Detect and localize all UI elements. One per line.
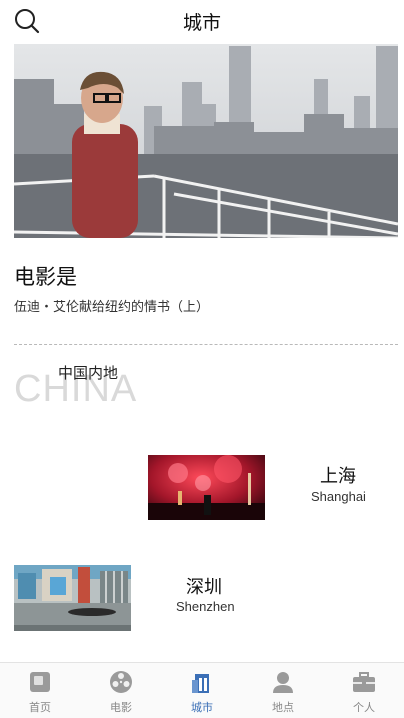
nav-item-film[interactable]: 电影 [81, 663, 161, 718]
city-thumbnail-shenzhen[interactable] [14, 565, 131, 631]
bottom-nav: 首页 电影 城市 地点 个人 [0, 662, 404, 718]
divider [14, 344, 398, 345]
feature-hero-image[interactable] [14, 44, 398, 238]
nav-item-home[interactable]: 首页 [0, 663, 80, 718]
nav-label: 电影 [110, 701, 132, 714]
city-name-en: Shenzhen [176, 599, 235, 614]
top-bar: 城市 [0, 0, 404, 44]
home-icon [30, 672, 50, 692]
nav-item-city[interactable]: 城市 [162, 663, 242, 718]
film-reel-icon [110, 671, 132, 693]
city-name-en: Shanghai [311, 489, 366, 504]
city-name-cn: 深圳 [186, 577, 222, 598]
nav-item-profile[interactable]: 个人 [324, 663, 404, 718]
city-icon [192, 674, 209, 693]
city-name-cn: 上海 [320, 466, 356, 487]
nav-label: 城市 [191, 701, 213, 714]
person-pin-icon [273, 672, 293, 693]
nav-label: 地点 [272, 701, 294, 714]
nav-label: 个人 [353, 701, 375, 714]
region-name-cn: 中国内地 [58, 364, 119, 382]
page-title: 城市 [182, 12, 221, 34]
feature-title[interactable]: 电影是 [14, 261, 77, 291]
nav-label: 首页 [29, 701, 51, 714]
feature-subtitle[interactable]: 伍迪・艾伦献给纽约的情书（上） [14, 296, 209, 315]
city-thumbnail-shanghai[interactable] [148, 455, 265, 520]
nav-item-place[interactable]: 地点 [243, 663, 323, 718]
briefcase-icon [353, 672, 375, 692]
